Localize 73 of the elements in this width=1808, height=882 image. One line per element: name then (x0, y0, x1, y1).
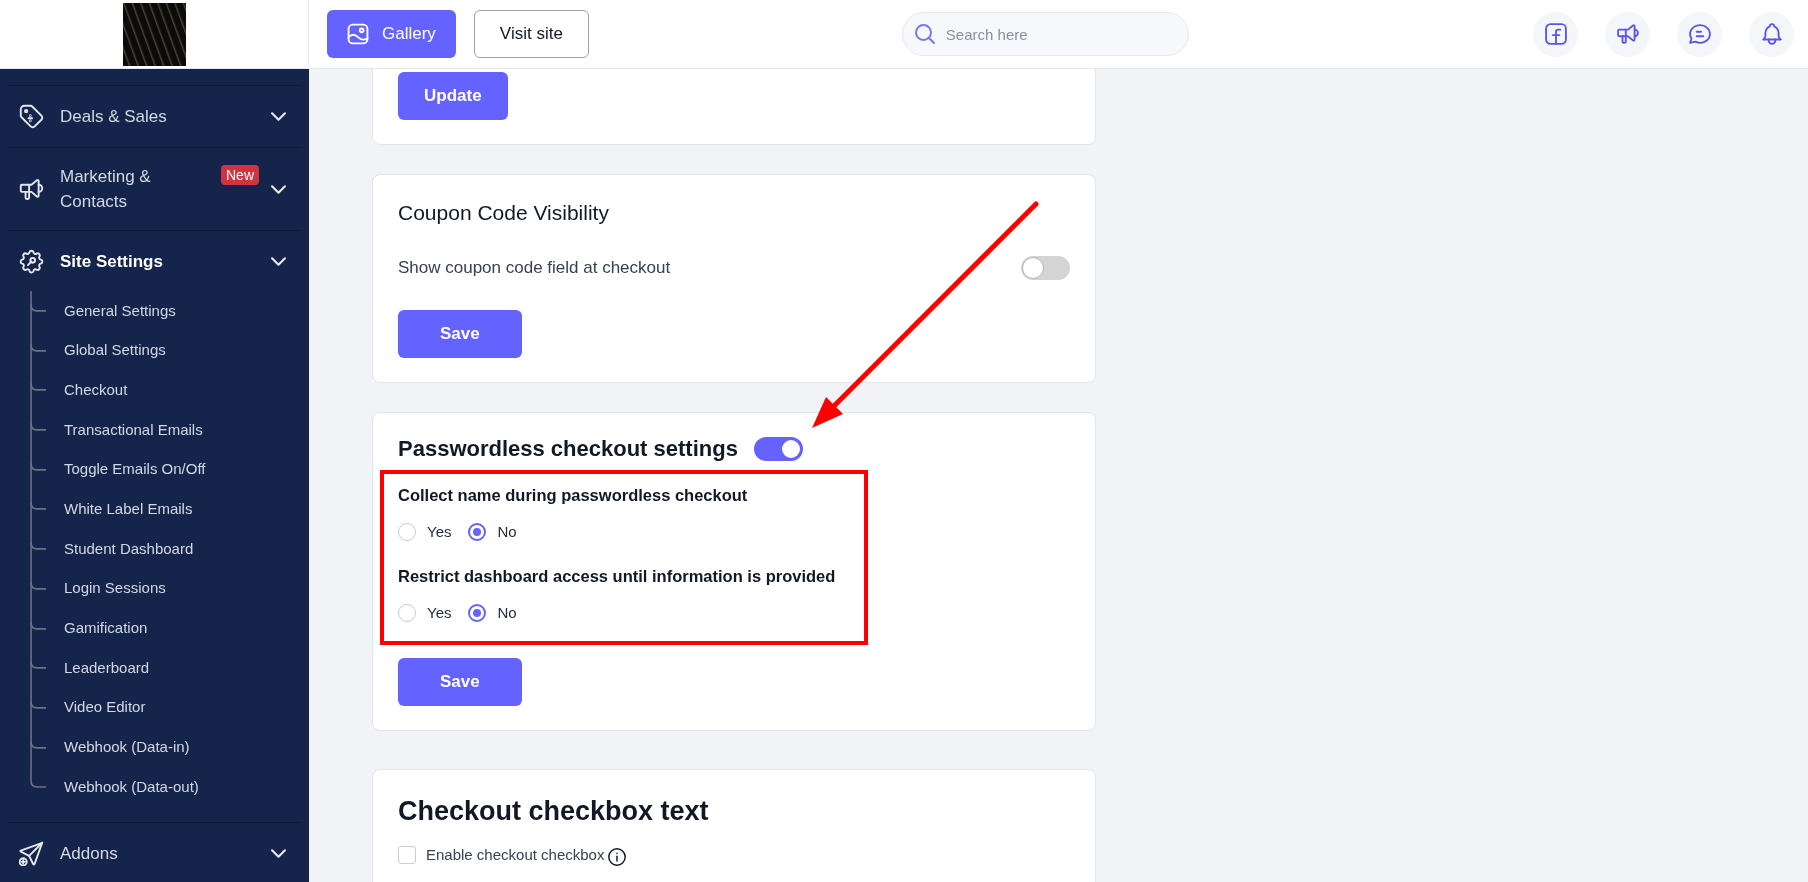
radio-button[interactable] (468, 523, 487, 541)
sidebar-link[interactable]: Login Sessions (64, 577, 166, 600)
update-button[interactable]: Update (398, 72, 508, 120)
gallery-button[interactable]: Gallery (327, 10, 456, 58)
sidebar-link[interactable]: Student Dashboard (64, 537, 194, 561)
tree-branch-line (30, 330, 46, 371)
image-icon (347, 23, 369, 45)
tree-branch-line (30, 370, 46, 411)
paper-plane-icon (19, 840, 44, 866)
chevron-down-icon (271, 184, 286, 194)
sidebar-link[interactable]: General Settings (64, 299, 176, 323)
toggle-switch[interactable] (753, 437, 803, 461)
chevron-down-icon (271, 848, 286, 858)
bell-icon (1760, 23, 1783, 45)
megaphone-icon (1616, 23, 1639, 45)
facebook-icon (1544, 23, 1567, 45)
tree-branch-line (30, 410, 46, 450)
new-badge: New (221, 165, 259, 185)
section-title: Checkout checkbox text (398, 795, 710, 828)
tree-branch-line (30, 529, 46, 569)
search-field[interactable]: Search here (901, 12, 1189, 56)
checkbox-label: Enable checkout checkbox (426, 844, 605, 865)
chevron-down-icon (271, 112, 286, 121)
notifications-button[interactable] (1749, 11, 1794, 57)
settings-icon (19, 249, 44, 274)
sidebar-link[interactable]: Checkout (64, 378, 128, 402)
radio-button[interactable] (398, 604, 416, 622)
sidebar-link[interactable]: White Label Emails (64, 498, 193, 521)
sidebar-link[interactable]: Global Settings (64, 339, 166, 362)
save-button[interactable]: Save (398, 658, 522, 706)
tree-branch-line (30, 449, 46, 490)
sidebar-item[interactable]: Deals & Sales (7, 86, 302, 147)
radio-button[interactable] (398, 523, 416, 541)
info-icon (608, 848, 627, 866)
sidebar-link[interactable]: Webhook (Data-in) (64, 736, 190, 759)
sidebar-link[interactable]: Leaderboard (64, 656, 150, 680)
sidebar-item[interactable]: Addons (7, 822, 302, 882)
tree-branch-line (30, 687, 46, 728)
tag-icon (19, 104, 44, 129)
option-label: No (497, 521, 517, 542)
option-label: Yes (427, 521, 452, 542)
megaphone-icon (19, 176, 44, 202)
sidebar-link[interactable]: Toggle Emails On/Off (64, 458, 206, 481)
tree-branch-line (30, 489, 46, 530)
sidebar-item[interactable]: Marketing & Contacts New (7, 148, 302, 230)
chevron-down-icon (271, 257, 286, 266)
option-label: No (497, 602, 517, 623)
option-label: Yes (427, 602, 452, 623)
messages-button[interactable] (1677, 11, 1722, 57)
sidebar-link[interactable]: Video Editor (64, 696, 146, 719)
sidebar-link[interactable]: Transactional Emails (64, 418, 203, 442)
chat-icon (1688, 23, 1711, 45)
tree-branch-line (30, 291, 46, 331)
sidebar-link[interactable]: Webhook (Data-out) (64, 775, 199, 799)
tree-branch-line (30, 648, 46, 688)
toggle-switch[interactable] (1021, 256, 1070, 280)
tree-branch-line (30, 608, 46, 649)
section-title: Passwordless checkout settings (398, 435, 738, 463)
setting-label: Show coupon code field at checkout (398, 257, 671, 280)
announcements-button[interactable] (1605, 11, 1650, 57)
sidebar-link[interactable]: Gamification (64, 617, 148, 640)
logo-image (122, 2, 186, 66)
question-label: Restrict dashboard access until information is provided (398, 566, 836, 586)
question-label: Collect name during passwordless checkout (398, 485, 748, 505)
section-title: Coupon Code Visibility (398, 200, 610, 226)
checkbox[interactable] (398, 846, 416, 864)
search-icon (914, 24, 935, 44)
save-button[interactable]: Save (398, 310, 522, 358)
tree-branch-line (30, 568, 46, 609)
visit-site-button[interactable]: Visit site (473, 10, 589, 58)
radio-button[interactable] (468, 604, 487, 622)
sidebar-item[interactable]: Site Settings (7, 231, 302, 292)
facebook-button[interactable] (1533, 11, 1578, 57)
